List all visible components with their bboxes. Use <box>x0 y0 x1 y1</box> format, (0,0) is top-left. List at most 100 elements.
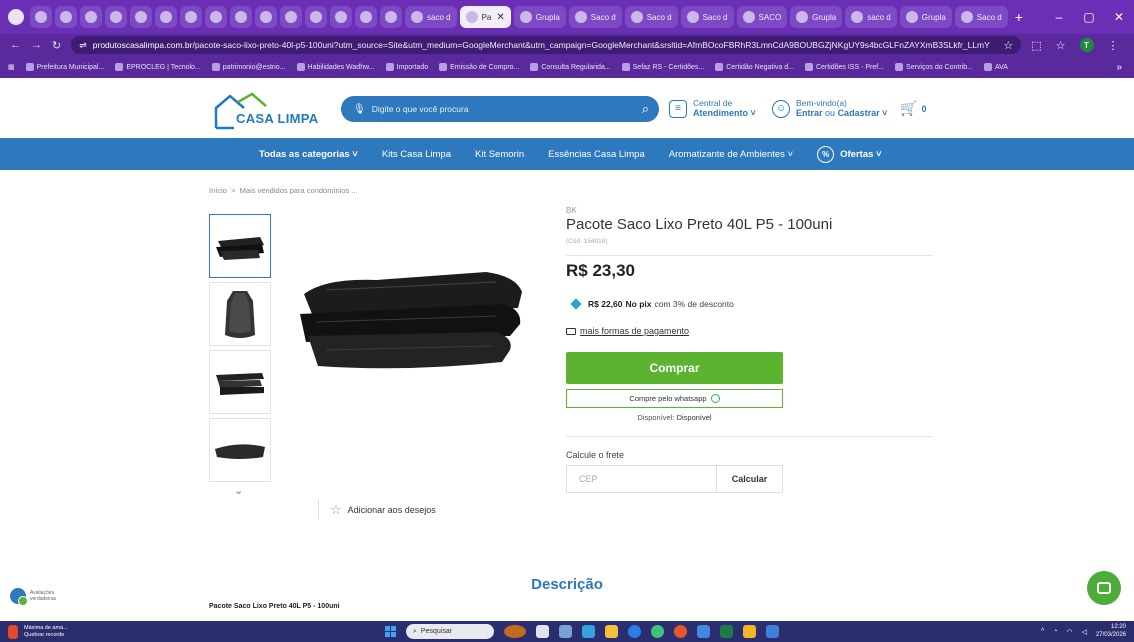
browser-tab[interactable] <box>280 6 302 28</box>
breadcrumb-current[interactable]: Mais vendidos para condomínios ... <box>240 186 358 195</box>
browser-tab[interactable] <box>105 6 127 28</box>
extensions-icon[interactable]: ⬚ <box>1031 39 1041 52</box>
nav-offers[interactable]: % Ofertas ˅ <box>817 145 882 163</box>
bookmark-item[interactable]: Importado <box>385 63 428 71</box>
edge-icon[interactable] <box>582 625 595 638</box>
browser-tab[interactable] <box>205 6 227 28</box>
browser-tab[interactable] <box>305 6 327 28</box>
address-bar[interactable]: ⇌ produtoscasalimpa.com.br/pacote-saco-l… <box>71 36 1022 54</box>
taskbar-search[interactable]: ⌕ Pesquisar <box>406 624 494 639</box>
thumbnail-1[interactable] <box>209 214 271 278</box>
excel-icon[interactable] <box>720 625 733 638</box>
nav-all-categories[interactable]: Todas as categorias ˅ <box>259 149 358 160</box>
customer-service-link[interactable]: ≡ Central de Atendimento ˅ <box>669 99 756 118</box>
forward-button[interactable]: → <box>31 39 42 51</box>
browser-tab[interactable]: Pa ✕ <box>459 6 511 28</box>
weather-widget[interactable]: Máxima de ama... Quebrar recorde <box>8 624 68 639</box>
browser-tab[interactable]: Grupla <box>790 6 843 28</box>
menu-icon[interactable]: ⋮ <box>1108 39 1119 52</box>
browser-tab[interactable] <box>55 6 77 28</box>
chat-button[interactable] <box>1087 571 1121 605</box>
clock[interactable]: 12:20 27/03/2026 <box>1096 624 1126 639</box>
bookmarks-overflow-icon[interactable]: » <box>1116 62 1122 73</box>
register-link[interactable]: Cadastrar <box>838 108 880 118</box>
browser-tab[interactable] <box>155 6 177 28</box>
browser-tab[interactable]: saco d <box>405 6 457 28</box>
browser-tab[interactable]: saco d <box>845 6 897 28</box>
bookmark-item[interactable]: AVA <box>983 63 1008 71</box>
bookmark-item[interactable]: Certidão Negativa d... <box>715 63 794 71</box>
search-bar[interactable]: 🎙 Digite o que você procura ⌕ <box>341 96 659 122</box>
bookmark-item[interactable]: Consulta Regularida... <box>530 63 611 71</box>
account-menu[interactable]: ☺ Bem-vindo(a) Entrar ou Cadastrar ˅ <box>772 99 887 118</box>
wifi-icon[interactable]: ◠ <box>1066 628 1072 636</box>
edge-browser-icon[interactable] <box>628 625 641 638</box>
browser-tab[interactable]: Saco d <box>680 6 734 28</box>
volume-icon[interactable]: ◁ <box>1082 628 1087 636</box>
calculate-button[interactable]: Calcular <box>716 466 782 492</box>
tray-overflow-icon[interactable]: ^ <box>1041 628 1044 635</box>
browser-tab[interactable]: Saco d <box>954 6 1008 28</box>
add-to-wishlist[interactable]: ☆ Adicionar aos desejos <box>330 502 436 518</box>
new-tab-button[interactable]: + <box>1015 9 1023 25</box>
photos-icon[interactable] <box>766 625 779 638</box>
profile-icon[interactable] <box>8 9 24 25</box>
browser-tab[interactable] <box>230 6 252 28</box>
reload-button[interactable]: ↻ <box>52 39 61 52</box>
browser-tab[interactable] <box>255 6 277 28</box>
browser-tab[interactable] <box>180 6 202 28</box>
breadcrumb-home[interactable]: Início <box>209 186 227 195</box>
bookmark-item[interactable]: Habilidades Wadhw... <box>296 63 375 71</box>
bookmark-item[interactable]: Emissão de Compro... <box>439 63 519 71</box>
browser-tab[interactable]: Saco d <box>624 6 678 28</box>
browser-tab[interactable] <box>380 6 402 28</box>
bookmark-star-icon[interactable]: ☆ <box>1003 39 1013 52</box>
chrome-icon[interactable] <box>674 625 687 638</box>
product-main-image[interactable] <box>296 262 528 374</box>
network-icon[interactable]: ◔ <box>1053 628 1057 635</box>
news-widget-icon[interactable] <box>504 625 526 638</box>
file-explorer-icon[interactable] <box>605 625 618 638</box>
whatsapp-buy-button[interactable]: Compre pelo whatsapp <box>566 389 783 408</box>
apps-icon[interactable]: ▦ <box>8 63 15 71</box>
nav-essencias[interactable]: Essências Casa Limpa <box>548 149 645 160</box>
whatsapp-app-icon[interactable] <box>651 625 664 638</box>
bookmark-item[interactable]: Serviços do Contrib... <box>895 63 973 71</box>
folder-icon[interactable] <box>743 625 756 638</box>
browser-tab[interactable]: Grupla <box>513 6 566 28</box>
thumbnail-2[interactable] <box>209 282 271 346</box>
bookmark-item[interactable]: patrimonio@estrio... <box>211 63 286 71</box>
cep-input[interactable]: CEP <box>567 474 716 484</box>
nav-kit-semorin[interactable]: Kit Semorin <box>475 149 524 160</box>
maximize-button[interactable]: ▢ <box>1074 0 1104 34</box>
profile-avatar[interactable]: T <box>1079 38 1094 52</box>
nav-aromatizante[interactable]: Aromatizante de Ambientes ˅ <box>669 149 793 160</box>
browser-tab[interactable]: Grupla <box>899 6 952 28</box>
browser-tab[interactable] <box>80 6 102 28</box>
browser-tab[interactable] <box>330 6 352 28</box>
outlook-icon[interactable] <box>697 625 710 638</box>
chevron-down-icon[interactable]: ⌄ <box>234 484 243 497</box>
minimize-button[interactable]: – <box>1044 0 1074 34</box>
buy-button[interactable]: Comprar <box>566 352 783 384</box>
bookmarks-icon[interactable]: ☆ <box>1056 39 1066 52</box>
browser-tab[interactable] <box>130 6 152 28</box>
windows-start-icon[interactable] <box>385 626 396 637</box>
site-info-icon[interactable]: ⇌ <box>79 40 87 51</box>
payment-options-link[interactable]: mais formas de pagamento <box>566 326 689 336</box>
thumbnail-4[interactable] <box>209 418 271 482</box>
login-link[interactable]: Entrar <box>796 108 823 118</box>
close-window-button[interactable]: ✕ <box>1104 0 1134 34</box>
task-view-icon[interactable] <box>536 625 549 638</box>
microphone-icon[interactable]: 🎙 <box>353 104 366 115</box>
close-tab-icon[interactable]: ✕ <box>496 12 504 23</box>
browser-tab[interactable]: SACO <box>736 6 788 28</box>
back-button[interactable]: ← <box>10 39 21 51</box>
bookmark-item[interactable]: Sefaz RS - Certidões... <box>621 63 704 71</box>
browser-tab[interactable] <box>30 6 52 28</box>
cart-button[interactable]: 🛒 0 <box>900 100 926 117</box>
nav-kits-casa-limpa[interactable]: Kits Casa Limpa <box>382 149 451 160</box>
bookmark-item[interactable]: Certidões ISS - Pref... <box>804 63 884 71</box>
bookmark-item[interactable]: Prefeitura Municipal... <box>25 63 104 71</box>
widgets-icon[interactable] <box>559 625 572 638</box>
